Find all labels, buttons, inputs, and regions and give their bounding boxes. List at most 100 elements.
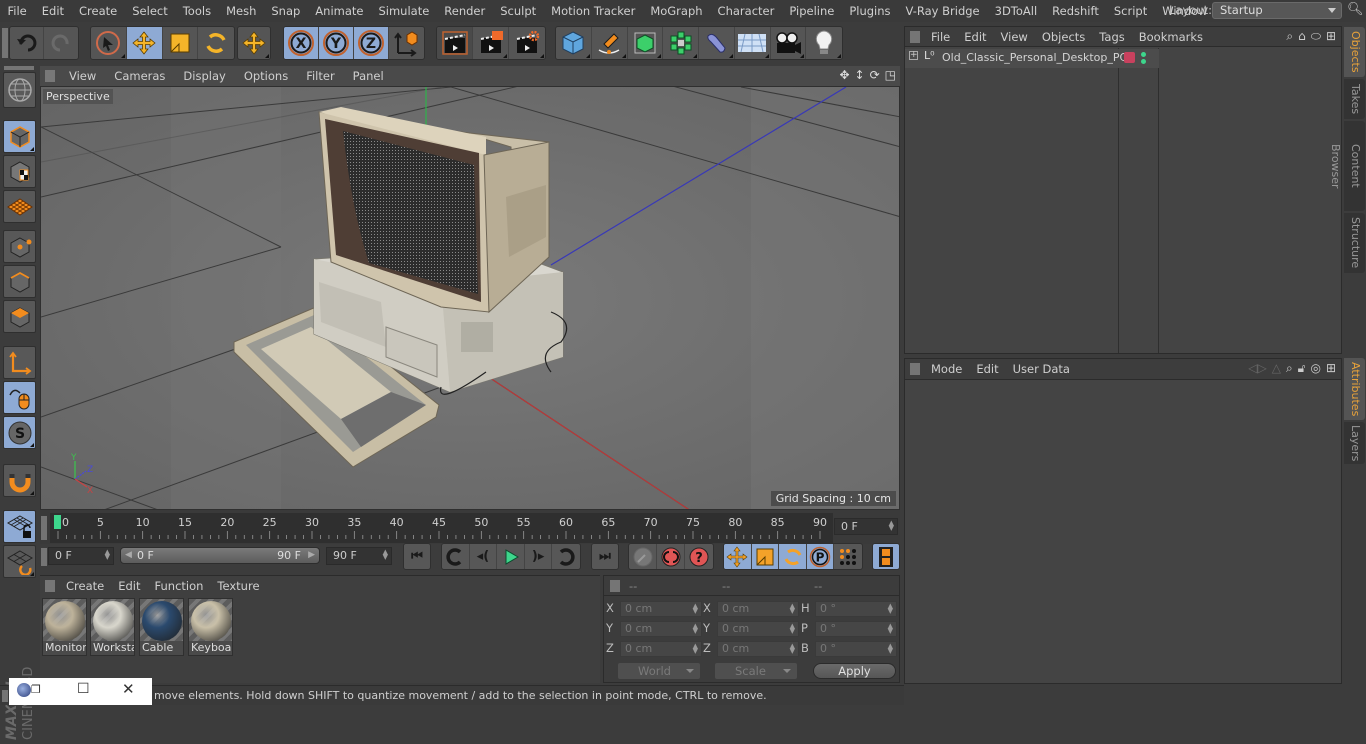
menu-select[interactable]: Select <box>125 4 175 18</box>
material-menu-texture[interactable]: Texture <box>210 579 266 593</box>
rot-h-field[interactable]: 0 ° ▲ ▼ <box>815 601 897 617</box>
edges-mode-button[interactable] <box>3 265 36 298</box>
editor-visibility-dot[interactable] <box>1141 52 1146 57</box>
transport-grip[interactable] <box>41 548 47 566</box>
timeline-ruler[interactable]: 0 5 10 15 20 25 30 35 40 45 50 55 60 65 70 75 80 85 90 <box>50 513 833 543</box>
play-button[interactable] <box>497 544 525 569</box>
coordinates-grip[interactable] <box>610 580 620 592</box>
pos-y-field[interactable]: 0 cm ▲ ▼ <box>620 621 702 637</box>
undo-button[interactable] <box>10 27 45 59</box>
coordinate-mode-dropdown[interactable]: World <box>618 663 700 679</box>
lock-icon[interactable]: 🔓︎ <box>1298 361 1306 376</box>
end-frame-field[interactable]: 90 F ▲ ▼ <box>326 547 392 565</box>
tab-layers[interactable]: Layers <box>1344 422 1365 464</box>
menu-tools[interactable]: Tools <box>175 4 218 18</box>
spinner-icon[interactable]: ▲ ▼ <box>888 623 893 635</box>
viewport-menu-display[interactable]: Display <box>174 69 234 83</box>
tweak-mode-button[interactable] <box>3 381 36 414</box>
timeline-grip[interactable] <box>41 516 47 540</box>
playhead[interactable] <box>54 515 61 529</box>
size-x-field[interactable]: 0 cm ▲ ▼ <box>717 601 799 617</box>
goto-end-button[interactable]: ⏭ <box>592 544 618 569</box>
orbit-icon[interactable]: ⟳ <box>870 68 880 82</box>
autokey-button[interactable] <box>657 544 685 569</box>
material-item[interactable]: Monitor <box>42 598 87 656</box>
home-icon[interactable]: ⌂ <box>1298 29 1306 44</box>
layer-color-swatch[interactable] <box>1124 52 1135 63</box>
object-name[interactable]: Old_Classic_Personal_Desktop_PC <box>942 51 1127 64</box>
record-keys-button[interactable] <box>629 544 657 569</box>
next-frame-button[interactable]: )▸ <box>525 544 553 569</box>
object-menu-bookmarks[interactable]: Bookmarks <box>1132 30 1210 44</box>
size-y-field[interactable]: 0 cm ▲ ▼ <box>717 621 799 637</box>
spinner-icon[interactable]: ▲ ▼ <box>693 643 698 655</box>
layout-select[interactable]: Startup <box>1212 2 1342 19</box>
bend-deformer-button[interactable] <box>699 27 735 59</box>
viewport-menu-cameras[interactable]: Cameras <box>105 69 174 83</box>
close-icon[interactable]: ✕ <box>122 680 135 698</box>
pos-x-field[interactable]: 0 cm ▲ ▼ <box>620 601 702 617</box>
key-rotation-button[interactable] <box>779 544 807 569</box>
cloner-button[interactable] <box>663 27 699 59</box>
prev-key-button[interactable] <box>442 544 470 569</box>
up-arrow-icon[interactable]: △ <box>1272 361 1281 376</box>
material-menu-function[interactable]: Function <box>148 579 211 593</box>
spinner-icon[interactable]: ▲ ▼ <box>888 603 893 615</box>
render-view-button[interactable] <box>437 27 473 59</box>
viewport-menu-view[interactable]: View <box>60 69 105 83</box>
spinner-icon[interactable]: ▲ ▼ <box>790 643 795 655</box>
object-menu-tags[interactable]: Tags <box>1092 30 1131 44</box>
viewport-menu-options[interactable]: Options <box>235 69 297 83</box>
maximize-icon[interactable]: ☐ <box>77 681 90 697</box>
apply-button[interactable]: Apply <box>813 663 896 679</box>
tab-takes[interactable]: Takes <box>1344 79 1365 119</box>
menu-plugins[interactable]: Plugins <box>842 4 898 18</box>
redo-button[interactable] <box>44 27 78 59</box>
menu-script[interactable]: Script <box>1106 4 1154 18</box>
menu-sculpt[interactable]: Sculpt <box>493 4 544 18</box>
menu-snap[interactable]: Snap <box>264 4 308 18</box>
attribute-menu-user-data[interactable]: User Data <box>1006 362 1077 376</box>
render-visibility-dot[interactable] <box>1141 59 1146 64</box>
target-icon[interactable]: ◎ <box>1310 361 1320 376</box>
link-icon[interactable]: ⬭ <box>1311 29 1321 44</box>
texture-mode-button[interactable] <box>3 155 36 188</box>
palette-grip[interactable] <box>4 66 34 70</box>
material-item[interactable]: Cable <box>139 598 184 656</box>
menu-character[interactable]: Character <box>710 4 782 18</box>
cube-button[interactable] <box>556 27 592 59</box>
menu-pipeline[interactable]: Pipeline <box>782 4 842 18</box>
material-menu-edit[interactable]: Edit <box>111 579 147 593</box>
light-button[interactable] <box>806 27 842 59</box>
make-editable-button[interactable] <box>3 72 36 108</box>
goto-start-button[interactable]: ⏮ <box>404 544 430 569</box>
object-menu-file[interactable]: File <box>924 30 957 44</box>
x-axis-button[interactable]: X <box>284 27 319 59</box>
size-z-field[interactable]: 0 cm ▲ ▼ <box>717 641 799 657</box>
recent-tool-button[interactable] <box>238 27 270 59</box>
material-grip[interactable] <box>45 580 55 592</box>
menu-edit[interactable]: Edit <box>34 4 71 18</box>
y-axis-button[interactable]: Y <box>319 27 354 59</box>
subdivision-button[interactable] <box>628 27 664 59</box>
object-menu-objects[interactable]: Objects <box>1035 30 1092 44</box>
spinner-icon[interactable]: ▲ ▼ <box>383 549 388 561</box>
spinner-icon[interactable]: ▲ ▼ <box>889 520 894 532</box>
axis-mode-button[interactable] <box>3 346 36 379</box>
spinner-icon[interactable]: ▲ ▼ <box>105 549 110 561</box>
menu-mesh[interactable]: Mesh <box>219 4 264 18</box>
z-axis-button[interactable]: Z <box>354 27 389 59</box>
attribute-menu-edit[interactable]: Edit <box>969 362 1005 376</box>
menu-3dtoall[interactable]: 3DToAll <box>987 4 1045 18</box>
menu-motion-tracker[interactable]: Motion Tracker <box>544 4 643 18</box>
new-panel-icon[interactable]: ⊞ <box>1326 361 1336 376</box>
search-icon[interactable]: ⌕ <box>1286 361 1293 376</box>
spinner-icon[interactable]: ▲ ▼ <box>790 623 795 635</box>
material-menu-create[interactable]: Create <box>59 579 111 593</box>
spinner-icon[interactable]: ▲ ▼ <box>693 623 698 635</box>
attribute-menu-mode[interactable]: Mode <box>924 362 969 376</box>
render-picture-viewer-button[interactable] <box>473 27 509 59</box>
object-menu-edit[interactable]: Edit <box>957 30 993 44</box>
menu-mograph[interactable]: MoGraph <box>643 4 710 18</box>
3d-viewport[interactable]: Perspective Y Z X Grid Spacing : 10 cm <box>40 86 900 510</box>
